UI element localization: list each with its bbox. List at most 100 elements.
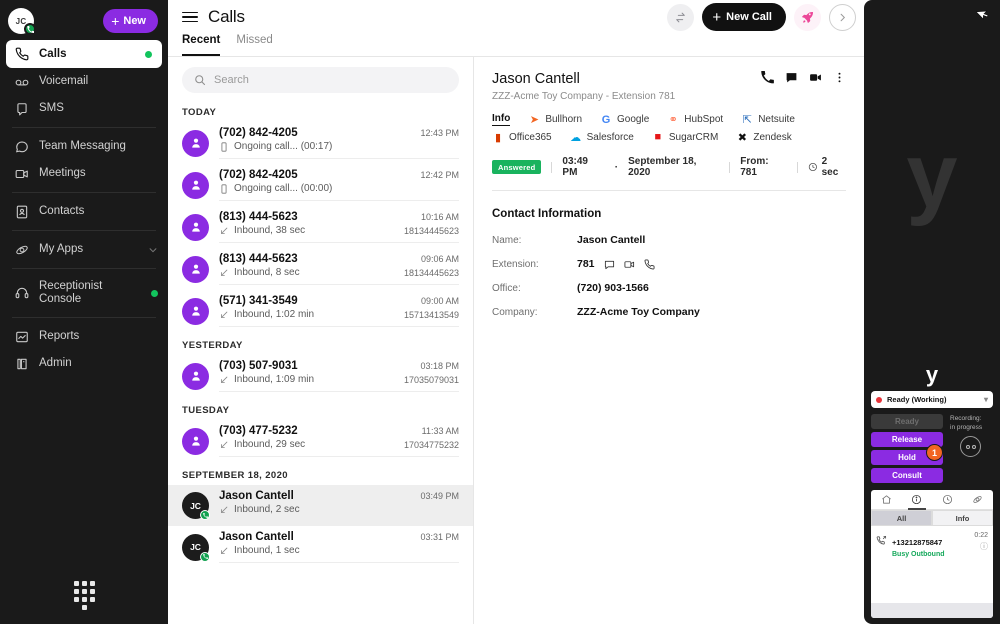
sidebar-item-sms[interactable]: SMS bbox=[0, 95, 168, 122]
sidebar-item-receptionist-console[interactable]: Receptionist Console bbox=[0, 274, 168, 312]
new-call-button[interactable]: + New Call bbox=[702, 3, 786, 31]
more-options-icon[interactable] bbox=[833, 71, 846, 84]
contact-field-row: Office: (720) 903-1566 bbox=[492, 282, 846, 294]
crm-tab-label: Netsuite bbox=[758, 114, 795, 125]
ready-button[interactable]: Ready bbox=[871, 414, 943, 429]
presence-phone-icon bbox=[200, 551, 210, 562]
expand-chevron-button[interactable] bbox=[829, 3, 856, 31]
call-item-body: (702) 842-4205 12:42 PM Ongoing call... … bbox=[219, 169, 459, 201]
sidebar-header: JC + New bbox=[0, 4, 168, 38]
inbound-arrow-icon bbox=[221, 441, 228, 448]
search-container bbox=[168, 57, 473, 99]
salesforce-icon: ☁ bbox=[570, 131, 582, 144]
tab-settings[interactable] bbox=[963, 490, 994, 509]
tab-home[interactable] bbox=[871, 490, 902, 509]
message-icon[interactable] bbox=[785, 71, 798, 84]
inbound-arrow-icon bbox=[221, 311, 228, 318]
crm-tab-hubspot[interactable]: ⚭ HubSpot bbox=[667, 114, 724, 126]
call-item-name: (813) 444-5623 bbox=[219, 211, 298, 223]
call-list-item-selected[interactable]: JC Jason Cantell 03:49 PM Inbound, 2 sec bbox=[168, 485, 473, 526]
contact-field-row: Extension: 781 bbox=[492, 258, 846, 270]
crm-tab-bullhorn[interactable]: ➤ Bullhorn bbox=[528, 114, 582, 126]
divider bbox=[12, 230, 156, 231]
sidebar-item-contacts[interactable]: Contacts bbox=[0, 198, 168, 225]
call-item-number: 18134445623 bbox=[403, 267, 459, 278]
inbound-arrow-icon bbox=[221, 269, 228, 276]
agent-status-label: Ready (Working) bbox=[887, 395, 947, 404]
call-list-item[interactable]: (813) 444-5623 09:06 AM Inbound, 8 sec 1… bbox=[168, 248, 473, 290]
sidebar-nav-list: Calls Voicemail SMS Team Messaging Meeti… bbox=[0, 40, 168, 377]
recording-icon[interactable] bbox=[960, 436, 981, 457]
call-list-item[interactable]: (571) 341-3549 09:00 AM Inbound, 1:02 mi… bbox=[168, 290, 473, 332]
page-title: Calls bbox=[208, 7, 245, 26]
avatar bbox=[182, 213, 209, 241]
field-value: 781 bbox=[577, 258, 655, 270]
call-list-item[interactable]: (702) 842-4205 12:43 PM Ongoing call... … bbox=[168, 122, 473, 164]
user-avatar[interactable]: JC bbox=[8, 8, 36, 35]
crm-tab-zendesk[interactable]: ✖ Zendesk bbox=[736, 131, 792, 144]
agent-status-select[interactable]: Ready (Working) ▾ bbox=[871, 391, 993, 408]
sidebar-item-admin[interactable]: Admin bbox=[0, 350, 168, 377]
call-item-name: (571) 341-3549 bbox=[219, 295, 298, 307]
tab-history[interactable] bbox=[932, 490, 963, 509]
sugarcrm-icon: ■ bbox=[654, 131, 662, 143]
dialpad-button[interactable] bbox=[0, 581, 168, 610]
sidebar-item-reports[interactable]: Reports bbox=[0, 323, 168, 350]
crm-tab-info[interactable]: Info bbox=[492, 113, 511, 126]
divider bbox=[796, 161, 798, 173]
sidebar-item-team-messaging[interactable]: Team Messaging bbox=[0, 133, 168, 160]
call-list-item[interactable]: (813) 444-5623 10:16 AM Inbound, 38 sec … bbox=[168, 206, 473, 248]
call-list-item[interactable]: JC Jason Cantell 03:31 PM Inbound, 1 sec bbox=[168, 526, 473, 568]
consult-button[interactable]: Consult bbox=[871, 468, 943, 483]
field-value: (720) 903-1566 bbox=[577, 282, 649, 294]
crm-tab-netsuite[interactable]: ⇱ Netsuite bbox=[741, 114, 795, 126]
sidebar-item-voicemail[interactable]: Voicemail bbox=[0, 68, 168, 95]
message-icon[interactable] bbox=[604, 259, 615, 270]
content-split: TODAY (702) 842-4205 12:43 PM bbox=[168, 57, 864, 624]
call-item-body: (702) 842-4205 12:43 PM Ongoing call... … bbox=[219, 127, 459, 159]
transfer-icon-button[interactable] bbox=[667, 3, 695, 31]
sidebar-item-meetings[interactable]: Meetings bbox=[0, 160, 168, 187]
call-list-item[interactable]: (702) 842-4205 12:42 PM Ongoing call... … bbox=[168, 164, 473, 206]
hamburger-menu-icon[interactable] bbox=[182, 11, 198, 23]
crm-tab-salesforce[interactable]: ☁ Salesforce bbox=[570, 131, 634, 144]
sidebar-item-my-apps[interactable]: My Apps bbox=[0, 236, 168, 263]
sidebar: JC + New Calls Voicemail SMS Team Messag… bbox=[0, 0, 168, 624]
segment-all[interactable]: All bbox=[871, 510, 932, 526]
video-call-icon[interactable] bbox=[624, 259, 635, 270]
contact-field-row: Company: ZZZ-Acme Toy Company bbox=[492, 306, 846, 318]
sidebar-item-label: Voicemail bbox=[39, 75, 89, 87]
crm-tab-google[interactable]: G Google bbox=[600, 113, 650, 126]
crm-tab-sugarcrm[interactable]: ■ SugarCRM bbox=[652, 131, 719, 143]
call-item-time: 09:00 AM bbox=[420, 296, 459, 306]
status-dot bbox=[145, 50, 152, 58]
active-call-entry[interactable]: +13212875847 Busy Outbound 0:22 ⓘ bbox=[871, 526, 993, 558]
inbound-arrow-icon bbox=[221, 376, 228, 383]
google-icon: G bbox=[601, 113, 611, 126]
call-list-scroll[interactable]: TODAY (702) 842-4205 12:43 PM Ongoing ca… bbox=[168, 99, 473, 624]
call-list-item[interactable]: (703) 507-9031 03:18 PM Inbound, 1:09 mi… bbox=[168, 355, 473, 397]
call-list-item[interactable]: (703) 477-5232 11:33 AM Inbound, 29 sec … bbox=[168, 420, 473, 462]
segment-info[interactable]: Info bbox=[932, 510, 993, 526]
call-entry-right: 0:22 ⓘ bbox=[974, 532, 988, 552]
call-item-body: (813) 444-5623 09:06 AM Inbound, 8 sec 1… bbox=[219, 253, 459, 285]
search-input[interactable] bbox=[214, 74, 447, 86]
call-icon[interactable] bbox=[644, 258, 655, 270]
search-box[interactable] bbox=[182, 67, 459, 93]
call-tabs: Recent Missed bbox=[168, 34, 864, 56]
field-label: Name: bbox=[492, 234, 522, 246]
rocket-icon-button[interactable] bbox=[794, 3, 821, 31]
tab-missed[interactable]: Missed bbox=[236, 34, 272, 56]
call-icon[interactable] bbox=[761, 71, 774, 84]
sidebar-item-calls[interactable]: Calls bbox=[6, 40, 162, 68]
sidebar-item-label: My Apps bbox=[39, 243, 84, 255]
new-button[interactable]: + New bbox=[103, 9, 158, 33]
crm-tab-office365[interactable]: ▮ Office365 bbox=[492, 131, 552, 144]
video-call-icon[interactable] bbox=[809, 71, 822, 84]
tab-info[interactable] bbox=[902, 490, 933, 510]
call-entry-info-icon[interactable]: ⓘ bbox=[974, 541, 988, 552]
device-icon bbox=[221, 141, 227, 152]
avatar bbox=[182, 255, 209, 283]
tab-recent[interactable]: Recent bbox=[182, 34, 221, 56]
softphone-controls: у Ready (Working) ▾ Ready Release Hold C… bbox=[864, 364, 1000, 624]
